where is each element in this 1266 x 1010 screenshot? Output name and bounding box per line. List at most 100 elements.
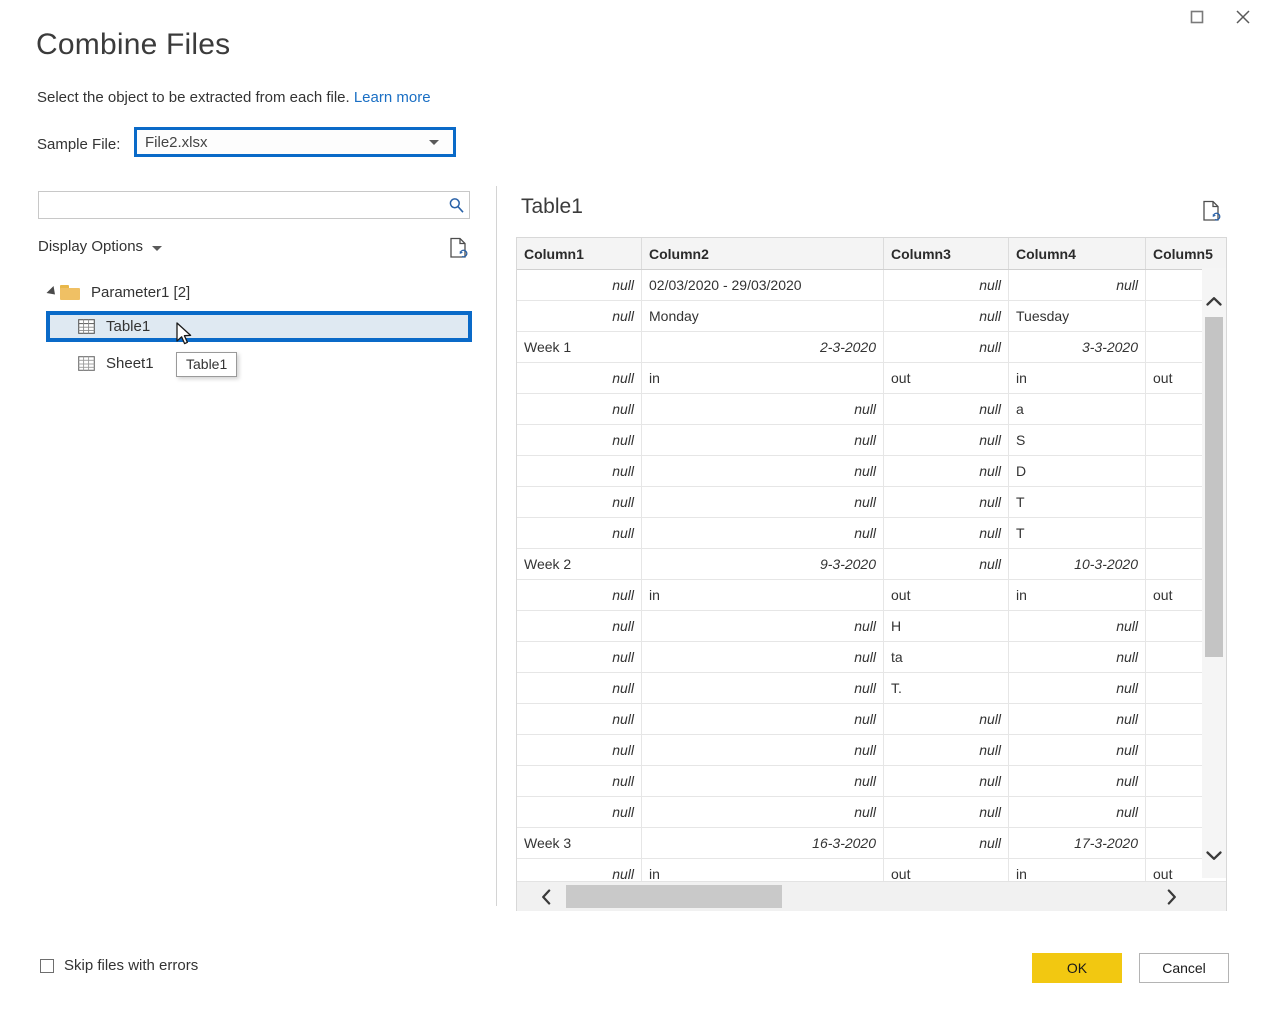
- table-cell[interactable]: Tuesday: [1008, 300, 1146, 332]
- table-cell[interactable]: null: [1008, 765, 1146, 797]
- table-cell[interactable]: null: [883, 517, 1009, 549]
- table-row[interactable]: nullMondaynullTuesdaynullW: [517, 300, 1226, 332]
- table-cell[interactable]: null: [641, 517, 884, 549]
- table-cell[interactable]: in: [1008, 579, 1146, 611]
- table-row[interactable]: nullnullnullanulla: [517, 393, 1226, 425]
- table-cell[interactable]: null: [1008, 641, 1146, 673]
- table-cell[interactable]: in: [1008, 362, 1146, 394]
- table-cell[interactable]: null: [517, 362, 642, 394]
- horizontal-scrollbar[interactable]: [517, 881, 1226, 911]
- sidebar-item-sheet1[interactable]: Sheet1: [46, 348, 472, 378]
- table-cell[interactable]: 3-3-2020: [1008, 331, 1146, 363]
- table-cell[interactable]: out: [883, 362, 1009, 394]
- table-cell[interactable]: null: [1008, 610, 1146, 642]
- table-cell[interactable]: null: [641, 765, 884, 797]
- table-cell[interactable]: null: [517, 424, 642, 456]
- table-cell[interactable]: null: [641, 796, 884, 828]
- close-button[interactable]: [1220, 1, 1266, 33]
- table-cell[interactable]: Week 2: [517, 548, 642, 580]
- table-cell[interactable]: null: [883, 548, 1009, 580]
- table-row[interactable]: nullnullnullDnullD: [517, 455, 1226, 487]
- cancel-button[interactable]: Cancel: [1139, 953, 1229, 983]
- table-cell[interactable]: null: [641, 610, 884, 642]
- vertical-scrollbar[interactable]: [1202, 268, 1226, 878]
- table-row[interactable]: nullnullnullTnullT: [517, 517, 1226, 549]
- table-cell[interactable]: null: [883, 703, 1009, 735]
- table-cell[interactable]: T: [1008, 486, 1146, 518]
- skip-files-with-errors-option[interactable]: Skip files with errors: [40, 957, 198, 974]
- table-cell[interactable]: null: [641, 641, 884, 673]
- learn-more-link[interactable]: Learn more: [354, 89, 431, 106]
- table-cell[interactable]: Week 1: [517, 331, 642, 363]
- table-cell[interactable]: ta: [883, 641, 1009, 673]
- table-cell[interactable]: null: [517, 269, 642, 301]
- table-cell[interactable]: 2-3-2020: [641, 331, 884, 363]
- ok-button[interactable]: OK: [1032, 953, 1122, 983]
- table-cell[interactable]: null: [641, 486, 884, 518]
- table-cell[interactable]: null: [883, 827, 1009, 859]
- sample-file-dropdown[interactable]: File2.xlsx: [137, 130, 453, 154]
- table-cell[interactable]: in: [641, 362, 884, 394]
- table-row[interactable]: Week 12-3-2020null3-3-2020null: [517, 331, 1226, 363]
- table-cell[interactable]: null: [883, 796, 1009, 828]
- table-cell[interactable]: 9-3-2020: [641, 548, 884, 580]
- scroll-left-button[interactable]: [531, 882, 561, 911]
- table-cell[interactable]: null: [883, 269, 1009, 301]
- skip-files-checkbox[interactable]: [40, 958, 54, 973]
- table-cell[interactable]: in: [641, 579, 884, 611]
- table-cell[interactable]: D: [1008, 455, 1146, 487]
- table-cell[interactable]: null: [517, 455, 642, 487]
- tree-node-parameter1[interactable]: Parameter1 [2]: [38, 278, 478, 306]
- table-cell[interactable]: null: [883, 331, 1009, 363]
- table-cell[interactable]: null: [517, 796, 642, 828]
- maximize-button[interactable]: [1174, 1, 1220, 33]
- table-cell[interactable]: null: [517, 765, 642, 797]
- table-cell[interactable]: null: [883, 734, 1009, 766]
- table-cell[interactable]: null: [641, 455, 884, 487]
- table-cell[interactable]: Week 3: [517, 827, 642, 859]
- table-cell[interactable]: null: [517, 610, 642, 642]
- scroll-down-button[interactable]: [1202, 842, 1226, 868]
- table-cell[interactable]: null: [517, 300, 642, 332]
- refresh-preview-button-left[interactable]: [449, 237, 469, 264]
- scroll-right-button[interactable]: [1156, 882, 1186, 911]
- sidebar-item-table1[interactable]: Table1: [46, 311, 472, 342]
- table-cell[interactable]: null: [883, 765, 1009, 797]
- table-row[interactable]: nullnullnullnullnull: [517, 734, 1226, 766]
- table-cell[interactable]: 02/03/2020 - 29/03/2020: [641, 269, 884, 301]
- refresh-preview-button-right[interactable]: [1202, 200, 1222, 227]
- table-row[interactable]: null02/03/2020 - 29/03/2020nullnullnull: [517, 269, 1226, 301]
- column-header[interactable]: Column3: [883, 238, 1009, 270]
- table-cell[interactable]: H: [883, 610, 1009, 642]
- table-cell[interactable]: S: [1008, 424, 1146, 456]
- table-row[interactable]: nullnullnullSnullS: [517, 424, 1226, 456]
- table-cell[interactable]: null: [517, 672, 642, 704]
- table-row[interactable]: nullnullnullnullnull: [517, 796, 1226, 828]
- vertical-scroll-thumb[interactable]: [1205, 317, 1223, 657]
- column-header[interactable]: Column1: [517, 238, 642, 270]
- table-row[interactable]: nullinoutinouti: [517, 579, 1226, 611]
- table-row[interactable]: nullnullnullnullnull: [517, 765, 1226, 797]
- column-header[interactable]: Column2: [641, 238, 884, 270]
- column-header[interactable]: Column5: [1145, 238, 1226, 270]
- table-cell[interactable]: null: [883, 393, 1009, 425]
- display-options-dropdown[interactable]: Display Options: [38, 238, 163, 255]
- table-cell[interactable]: null: [641, 734, 884, 766]
- table-cell[interactable]: T: [1008, 517, 1146, 549]
- table-row[interactable]: Week 29-3-2020null10-3-2020null: [517, 548, 1226, 580]
- search-input[interactable]: [39, 196, 443, 214]
- table-row[interactable]: nullnullHnullnullH: [517, 610, 1226, 642]
- column-header[interactable]: Column4: [1008, 238, 1146, 270]
- search-box[interactable]: [38, 191, 470, 219]
- table-cell[interactable]: null: [517, 517, 642, 549]
- table-row[interactable]: nullnullnullTnullT: [517, 486, 1226, 518]
- table-cell[interactable]: null: [1008, 672, 1146, 704]
- preview-grid[interactable]: Column1 Column2 Column3 Column4 Column5 …: [516, 237, 1227, 911]
- table-row[interactable]: nullnullnullnullnull: [517, 703, 1226, 735]
- search-icon[interactable]: [443, 197, 469, 214]
- table-row[interactable]: Week 316-3-2020null17-3-2020null: [517, 827, 1226, 859]
- table-cell[interactable]: null: [883, 455, 1009, 487]
- table-cell[interactable]: null: [517, 734, 642, 766]
- table-cell[interactable]: 16-3-2020: [641, 827, 884, 859]
- table-cell[interactable]: null: [1008, 796, 1146, 828]
